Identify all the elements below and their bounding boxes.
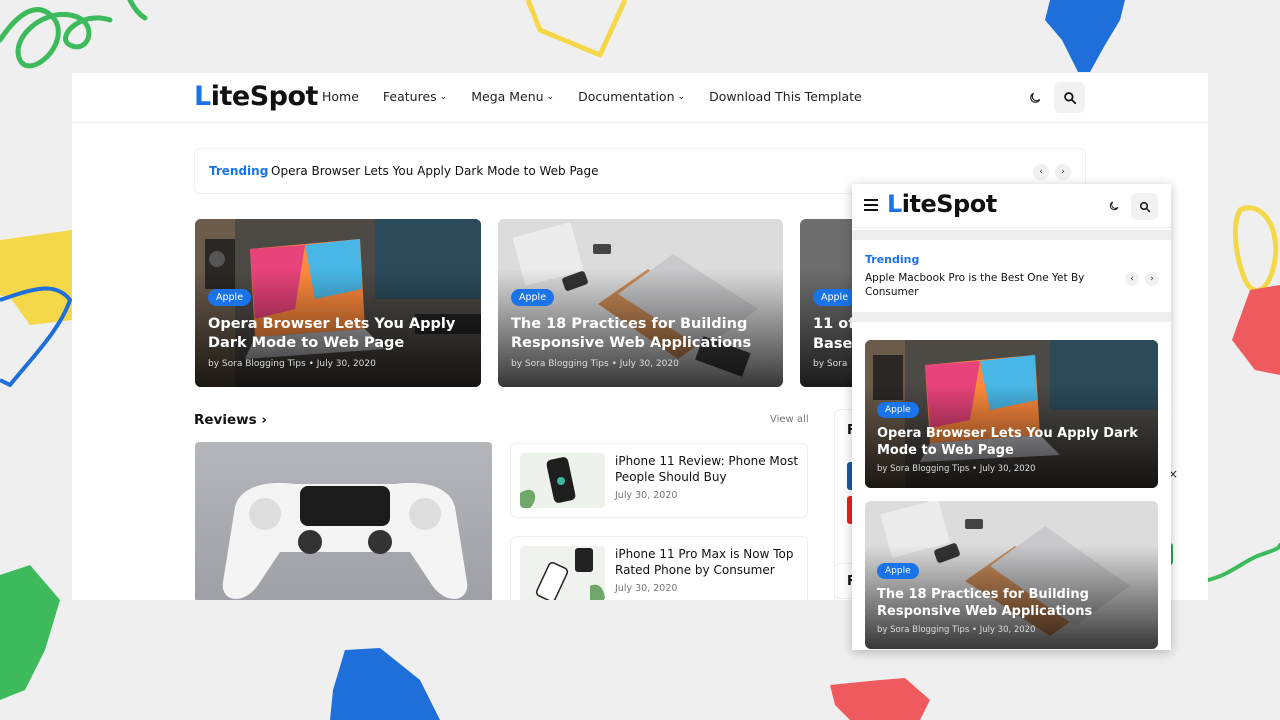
card-title[interactable]: The 18 Practices for Building Responsive… <box>511 315 771 353</box>
site-logo[interactable]: LiteSpot <box>194 81 318 112</box>
phone-thumbnail <box>520 546 605 600</box>
nav-download-template[interactable]: Download This Template <box>709 89 862 104</box>
search-button[interactable] <box>1054 82 1085 113</box>
chevron-down-icon: ⌄ <box>677 91 686 102</box>
logo-rest: iteSpot <box>210 81 319 112</box>
card-title[interactable]: Opera Browser Lets You Apply Dark Mode t… <box>877 426 1147 460</box>
moon-icon[interactable] <box>1105 197 1123 215</box>
nav-documentation[interactable]: Documentation ⌄ <box>578 89 685 104</box>
mobile-preview: LiteSpot Trending Apple Macbook Pro is t… <box>852 184 1171 650</box>
card-title[interactable]: Opera Browser Lets You Apply Dark Mode t… <box>208 315 468 353</box>
featured-card[interactable]: Apple The 18 Practices for Building Resp… <box>498 219 783 387</box>
section-divider <box>852 230 1171 240</box>
card-meta: by Sora Blogging Tips • July 30, 2020 <box>877 625 1036 635</box>
search-button[interactable] <box>1131 193 1158 220</box>
review-title[interactable]: iPhone 11 Pro Max is Now Top Rated Phone… <box>615 546 801 578</box>
post-card[interactable]: Apple The 18 Practices for Building Resp… <box>865 501 1158 649</box>
review-date: July 30, 2020 <box>615 490 678 501</box>
card-title-line[interactable]: 11 of <box>813 315 855 334</box>
nav-features-label: Features <box>382 89 437 104</box>
moon-icon[interactable] <box>1024 87 1046 109</box>
category-badge[interactable]: Apple <box>813 289 857 306</box>
review-item[interactable]: iPhone 11 Review: Phone Most People Shou… <box>510 443 808 518</box>
menu-icon[interactable] <box>864 199 878 211</box>
logo-rest: iteSpot <box>901 190 997 218</box>
site-header: LiteSpot Home Features ⌄ Mega Menu ⌄ Docum… <box>72 73 1208 123</box>
nav-features[interactable]: Features ⌄ <box>383 89 447 104</box>
nav-documentation-label: Documentation <box>578 89 675 104</box>
section-divider <box>852 312 1171 322</box>
search-icon <box>1139 201 1150 212</box>
trending-label: Trending <box>865 253 920 266</box>
trending-arrows: ‹ › <box>1033 164 1071 180</box>
post-card[interactable]: Apple Opera Browser Lets You Apply Dark … <box>865 340 1158 488</box>
chevron-down-icon: ⌄ <box>439 91 448 102</box>
trending-prev-button[interactable]: ‹ <box>1125 272 1139 286</box>
review-title[interactable]: iPhone 11 Review: Phone Most People Shou… <box>615 453 801 485</box>
mobile-header: LiteSpot <box>852 184 1171 228</box>
category-badge[interactable]: Apple <box>511 289 555 306</box>
trending-headline[interactable]: Opera Browser Lets You Apply Dark Mode t… <box>271 164 599 178</box>
reviews-section-title[interactable]: Reviews › <box>194 412 267 428</box>
nav-home[interactable]: Home <box>322 89 359 104</box>
main-nav: Home Features ⌄ Mega Menu ⌄ Documentation ⌄… <box>322 89 886 104</box>
trending-next-button[interactable]: › <box>1145 272 1159 286</box>
mobile-logo[interactable]: LiteSpot <box>887 190 997 218</box>
card-title-line[interactable]: Base <box>813 335 852 354</box>
search-icon <box>1063 91 1076 104</box>
view-all-link[interactable]: View all <box>770 414 809 425</box>
card-meta: by Sora <box>813 359 848 369</box>
logo-initial: L <box>887 190 902 218</box>
trending-arrows: ‹ › <box>1125 272 1159 286</box>
chevron-down-icon: ⌄ <box>546 91 555 102</box>
card-title[interactable]: The 18 Practices for Building Responsive… <box>877 587 1147 621</box>
nav-download-label: Download This Template <box>709 89 862 104</box>
gamepad-photo[interactable] <box>195 442 492 600</box>
trending-label: Trending <box>209 164 269 178</box>
card-meta: by Sora Blogging Tips • July 30, 2020 <box>877 464 1036 474</box>
nav-home-label: Home <box>322 89 359 104</box>
card-meta: by Sora Blogging Tips • July 30, 2020 <box>511 359 679 369</box>
trending-next-button[interactable]: › <box>1055 164 1071 180</box>
logo-initial: L <box>194 81 211 112</box>
trending-prev-button[interactable]: ‹ <box>1033 164 1049 180</box>
nav-mega-menu-label: Mega Menu <box>471 89 544 104</box>
nav-mega-menu[interactable]: Mega Menu ⌄ <box>471 89 554 104</box>
trending-headline[interactable]: Apple Macbook Pro is the Best One Yet By… <box>865 271 1115 299</box>
category-badge[interactable]: Apple <box>877 563 919 579</box>
featured-card[interactable]: Apple Opera Browser Lets You Apply Dark … <box>195 219 481 387</box>
card-meta: by Sora Blogging Tips • July 30, 2020 <box>208 359 376 369</box>
category-badge[interactable]: Apple <box>877 402 919 418</box>
phone-thumbnail <box>520 453 605 508</box>
review-date: July 30, 2020 <box>615 583 678 594</box>
review-item[interactable]: iPhone 11 Pro Max is Now Top Rated Phone… <box>510 536 808 600</box>
category-badge[interactable]: Apple <box>208 289 252 306</box>
